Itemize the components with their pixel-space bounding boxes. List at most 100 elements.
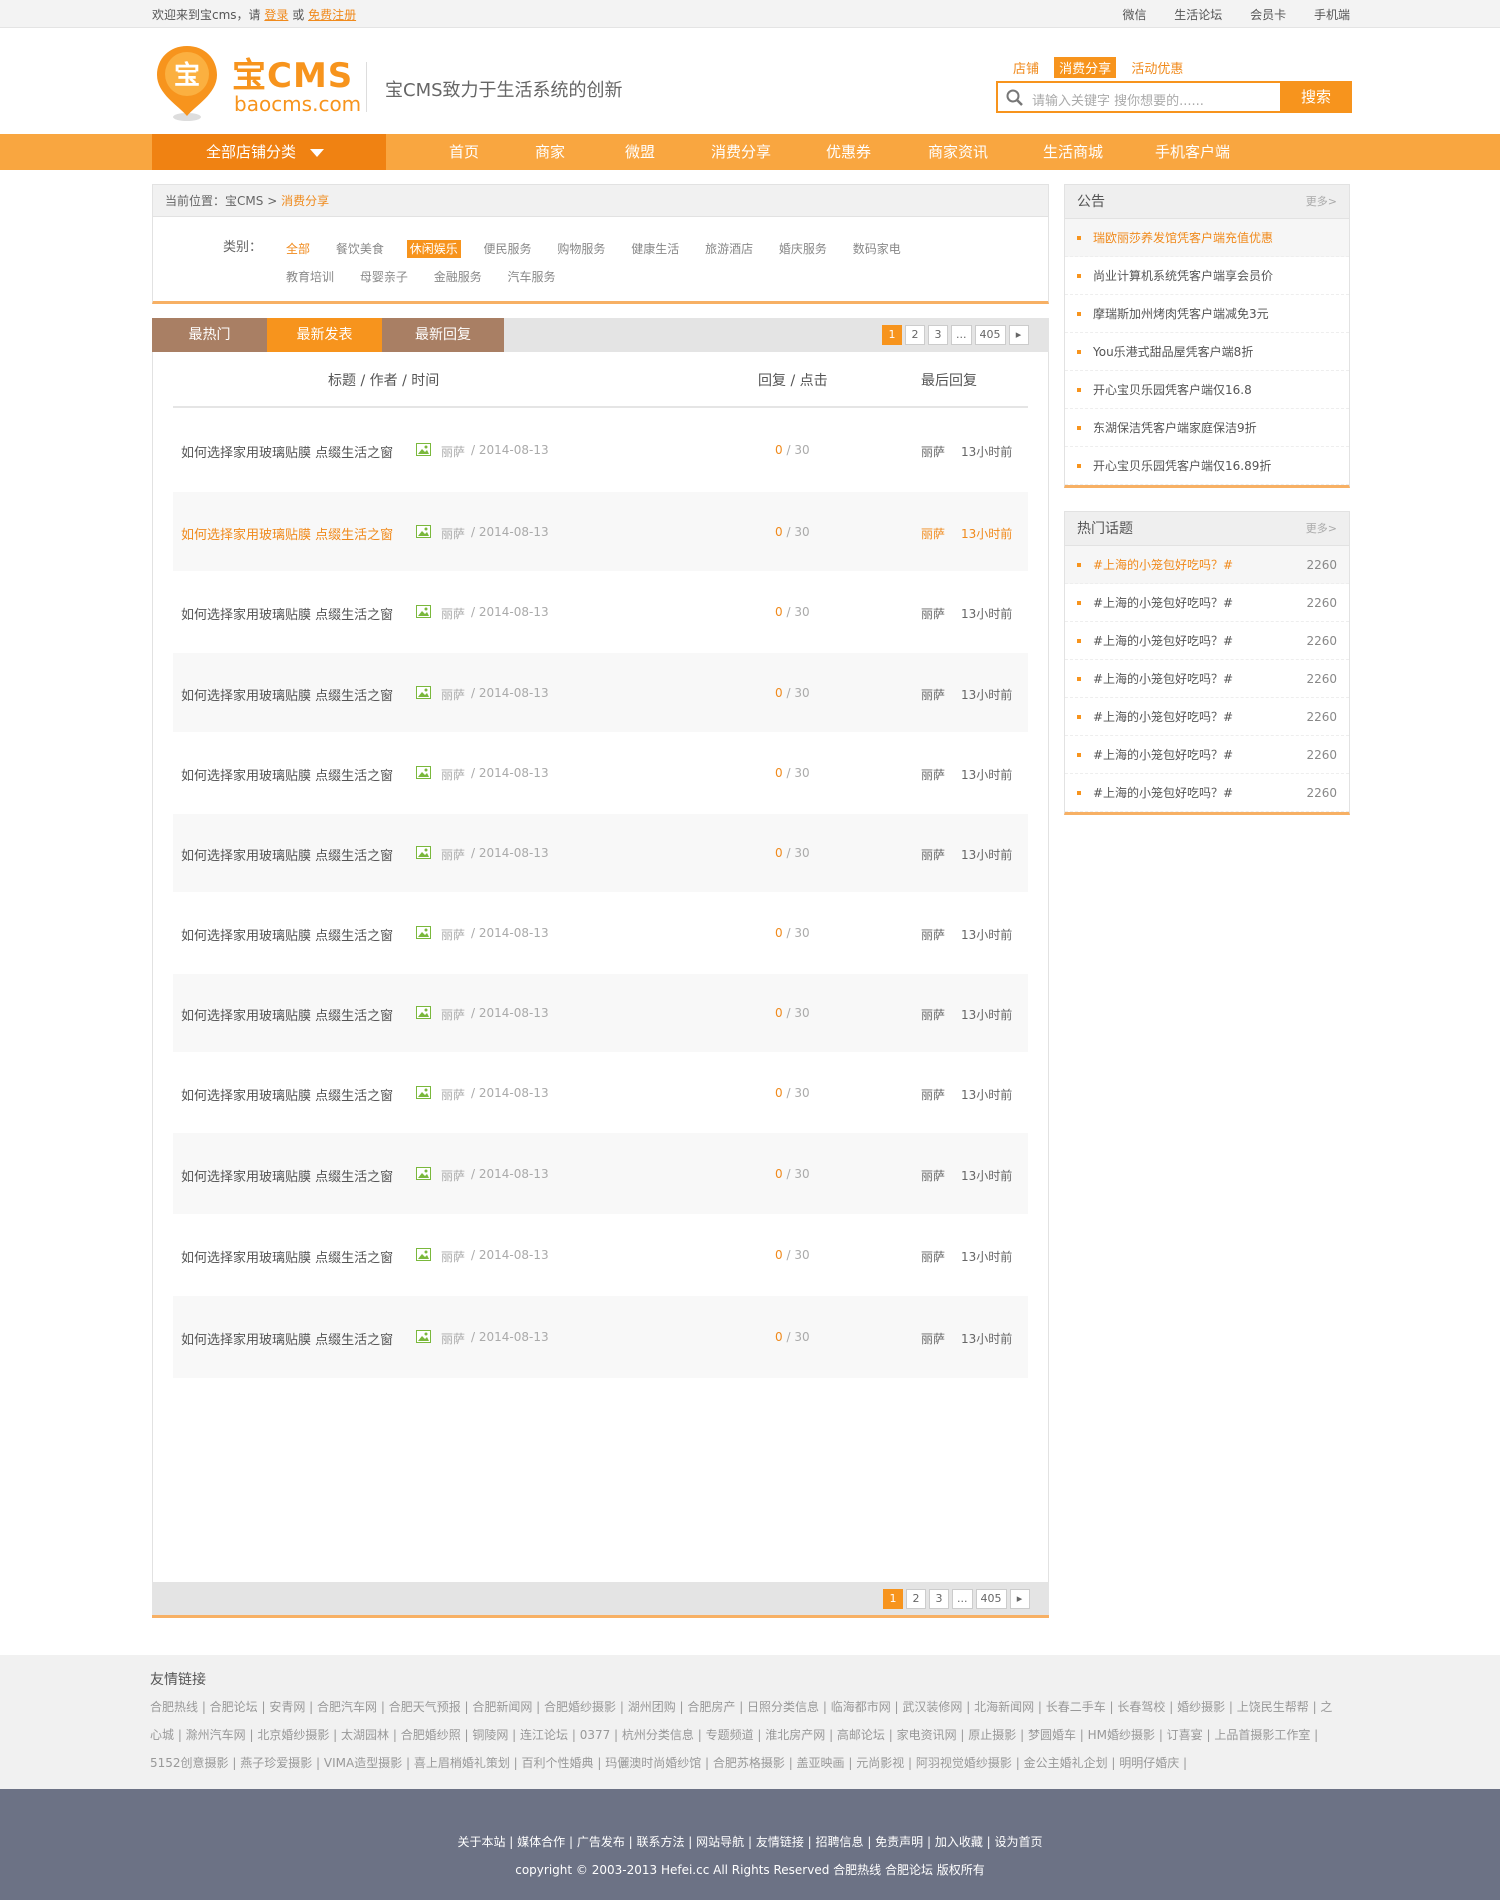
last-reply-user[interactable]: 丽萨: [921, 846, 945, 863]
category-item[interactable]: 购物服务: [554, 235, 608, 263]
category-item[interactable]: 全部: [283, 235, 313, 263]
page-button[interactable]: 1: [882, 325, 902, 345]
all-categories-button[interactable]: 全部店铺分类: [152, 134, 386, 170]
hot-topic-item[interactable]: #上海的小笼包好吃吗？# 2260: [1065, 736, 1349, 774]
tab-latest-reply[interactable]: 最新回复: [382, 318, 504, 352]
category-item[interactable]: 教育培训: [283, 263, 337, 291]
notice-item[interactable]: 尚业计算机系统凭客户端享会员价: [1065, 257, 1349, 295]
thread-author[interactable]: 丽萨: [441, 926, 465, 943]
table-row[interactable]: 如何选择家用玻璃贴膜 点缀生活之窗 丽萨 / 2014-08-13 0 / 30 丽萨 1…: [173, 653, 1028, 732]
category-item[interactable]: 便民服务: [481, 235, 535, 263]
category-item[interactable]: 旅游酒店: [702, 235, 756, 263]
thread-title[interactable]: 如何选择家用玻璃贴膜 点缀生活之窗: [181, 1166, 393, 1185]
table-row[interactable]: 如何选择家用玻璃贴膜 点缀生活之窗 丽萨 / 2014-08-13 0 / 30 丽萨 1…: [173, 974, 1028, 1052]
thread-author[interactable]: 丽萨: [441, 443, 465, 460]
table-row[interactable]: 如何选择家用玻璃贴膜 点缀生活之窗 丽萨 / 2014-08-13 0 / 30 丽萨 1…: [173, 1296, 1028, 1378]
thread-title[interactable]: 如何选择家用玻璃贴膜 点缀生活之窗: [181, 604, 393, 623]
breadcrumb-home[interactable]: 当前位置：宝CMS: [165, 194, 263, 208]
thread-author[interactable]: 丽萨: [441, 846, 465, 863]
thread-author[interactable]: 丽萨: [441, 1167, 465, 1184]
page-button[interactable]: 1: [883, 1589, 903, 1609]
thread-title[interactable]: 如何选择家用玻璃贴膜 点缀生活之窗: [181, 685, 393, 704]
last-reply-user[interactable]: 丽萨: [921, 605, 945, 622]
nav-item-mobile-client[interactable]: 手机客户端: [1155, 134, 1230, 170]
last-reply-user[interactable]: 丽萨: [921, 1248, 945, 1265]
tab-newest[interactable]: 最新发表: [267, 318, 382, 352]
last-reply-user[interactable]: 丽萨: [921, 926, 945, 943]
search-tab-share[interactable]: 消费分享: [1054, 57, 1117, 78]
top-link-wechat[interactable]: 微信: [1122, 8, 1146, 22]
thread-author[interactable]: 丽萨: [441, 1006, 465, 1023]
table-row[interactable]: 如何选择家用玻璃贴膜 点缀生活之窗 丽萨 / 2014-08-13 0 / 30 丽萨 1…: [173, 1214, 1028, 1296]
page-button[interactable]: 405: [975, 1589, 1007, 1609]
table-row[interactable]: 如何选择家用玻璃贴膜 点缀生活之窗 丽萨 / 2014-08-13 0 / 30 丽萨 1…: [173, 892, 1028, 974]
footer-links[interactable]: 关于本站 | 媒体合作 | 广告发布 | 联系方法 | 网站导航 | 友情链接 …: [0, 1833, 1500, 1850]
hot-topic-item[interactable]: #上海的小笼包好吃吗？# 2260: [1065, 546, 1349, 584]
thread-title[interactable]: 如何选择家用玻璃贴膜 点缀生活之窗: [181, 845, 393, 864]
friend-links-list[interactable]: 合肥热线 | 合肥论坛 | 安青网 | 合肥汽车网 | 合肥天气预报 | 合肥新…: [150, 1693, 1342, 1777]
nav-item-news[interactable]: 商家资讯: [928, 134, 988, 170]
nav-item-home[interactable]: 首页: [449, 134, 479, 170]
category-item-active[interactable]: 休闲娱乐: [406, 240, 461, 258]
notice-item[interactable]: 开心宝贝乐园凭客户端仅16.8: [1065, 371, 1349, 409]
category-item[interactable]: 汽车服务: [505, 263, 559, 291]
category-item[interactable]: 健康生活: [628, 235, 682, 263]
hot-topic-item[interactable]: #上海的小笼包好吃吗？# 2260: [1065, 622, 1349, 660]
thread-author[interactable]: 丽萨: [441, 686, 465, 703]
register-link[interactable]: 免费注册: [308, 8, 356, 22]
last-reply-user[interactable]: 丽萨: [921, 1330, 945, 1347]
top-link-member-card[interactable]: 会员卡: [1250, 8, 1286, 22]
last-reply-user[interactable]: 丽萨: [921, 525, 945, 542]
category-item[interactable]: 婚庆服务: [776, 235, 830, 263]
next-page-button[interactable]: ▸: [1008, 325, 1029, 345]
thread-title[interactable]: 如何选择家用玻璃贴膜 点缀生活之窗: [181, 442, 393, 461]
top-link-forum[interactable]: 生活论坛: [1174, 8, 1222, 22]
last-reply-user[interactable]: 丽萨: [921, 686, 945, 703]
last-reply-user[interactable]: 丽萨: [921, 1006, 945, 1023]
thread-author[interactable]: 丽萨: [441, 766, 465, 783]
thread-title[interactable]: 如何选择家用玻璃贴膜 点缀生活之窗: [181, 925, 393, 944]
notice-item[interactable]: 摩瑞斯加州烤肉凭客户端减免3元: [1065, 295, 1349, 333]
last-reply-user[interactable]: 丽萨: [921, 443, 945, 460]
category-item[interactable]: 餐饮美食: [333, 235, 387, 263]
thread-title[interactable]: 如何选择家用玻璃贴膜 点缀生活之窗: [181, 1085, 393, 1104]
table-row[interactable]: 如何选择家用玻璃贴膜 点缀生活之窗 丽萨 / 2014-08-13 0 / 30 丽萨 1…: [173, 1052, 1028, 1133]
next-page-button[interactable]: ▸: [1009, 1589, 1030, 1609]
thread-author[interactable]: 丽萨: [441, 525, 465, 542]
table-row[interactable]: 如何选择家用玻璃贴膜 点缀生活之窗 丽萨 / 2014-08-13 0 / 30 丽萨 1…: [173, 732, 1028, 814]
hot-topic-item[interactable]: #上海的小笼包好吃吗？# 2260: [1065, 660, 1349, 698]
nav-item-merchants[interactable]: 商家: [535, 134, 565, 170]
search-button[interactable]: 搜索: [1280, 81, 1352, 113]
nav-item-share[interactable]: 消费分享: [711, 134, 771, 170]
hot-topic-item[interactable]: #上海的小笼包好吃吗？# 2260: [1065, 774, 1349, 812]
notice-item[interactable]: 东湖保洁凭客户端家庭保洁9折: [1065, 409, 1349, 447]
thread-title[interactable]: 如何选择家用玻璃贴膜 点缀生活之窗: [181, 1005, 393, 1024]
thread-title[interactable]: 如何选择家用玻璃贴膜 点缀生活之窗: [181, 524, 393, 543]
last-reply-user[interactable]: 丽萨: [921, 1086, 945, 1103]
hot-topic-item[interactable]: #上海的小笼包好吃吗？# 2260: [1065, 698, 1349, 736]
table-row[interactable]: 如何选择家用玻璃贴膜 点缀生活之窗 丽萨 / 2014-08-13 0 / 30 丽萨 1…: [173, 814, 1028, 892]
page-button[interactable]: 2: [906, 1589, 926, 1609]
category-item[interactable]: 数码家电: [850, 235, 904, 263]
notice-more-link[interactable]: 更多>: [1306, 185, 1337, 219]
table-row[interactable]: 如何选择家用玻璃贴膜 点缀生活之窗 丽萨 / 2014-08-13 0 / 30 丽萨 1…: [173, 1133, 1028, 1214]
last-reply-user[interactable]: 丽萨: [921, 1167, 945, 1184]
notice-item[interactable]: 瑞欧丽莎养发馆凭客户端充值优惠: [1065, 219, 1349, 257]
thread-author[interactable]: 丽萨: [441, 1248, 465, 1265]
table-row[interactable]: 如何选择家用玻璃贴膜 点缀生活之窗 丽萨 / 2014-08-13 0 / 30 丽萨 1…: [173, 571, 1028, 653]
nav-item-weimeng[interactable]: 微盟: [625, 134, 655, 170]
search-tab-shop[interactable]: 店铺: [1008, 57, 1044, 78]
site-logo[interactable]: 宝 宝CMS baocms.com: [154, 44, 364, 124]
nav-item-coupons[interactable]: 优惠券: [826, 134, 871, 170]
category-item[interactable]: 母婴亲子: [357, 263, 411, 291]
hot-topic-item[interactable]: #上海的小笼包好吃吗？# 2260: [1065, 584, 1349, 622]
login-link[interactable]: 登录: [264, 8, 288, 22]
table-row[interactable]: 如何选择家用玻璃贴膜 点缀生活之窗 丽萨 / 2014-08-13 0 / 30 丽萨 1…: [173, 492, 1028, 571]
tab-hottest[interactable]: 最热门: [152, 318, 267, 352]
thread-title[interactable]: 如何选择家用玻璃贴膜 点缀生活之窗: [181, 1247, 393, 1266]
top-link-mobile[interactable]: 手机端: [1314, 8, 1350, 22]
page-button[interactable]: 3: [929, 1589, 949, 1609]
notice-item[interactable]: You乐港式甜品屋凭客户端8折: [1065, 333, 1349, 371]
thread-title[interactable]: 如何选择家用玻璃贴膜 点缀生活之窗: [181, 765, 393, 784]
search-tab-promo[interactable]: 活动优惠: [1126, 57, 1188, 78]
